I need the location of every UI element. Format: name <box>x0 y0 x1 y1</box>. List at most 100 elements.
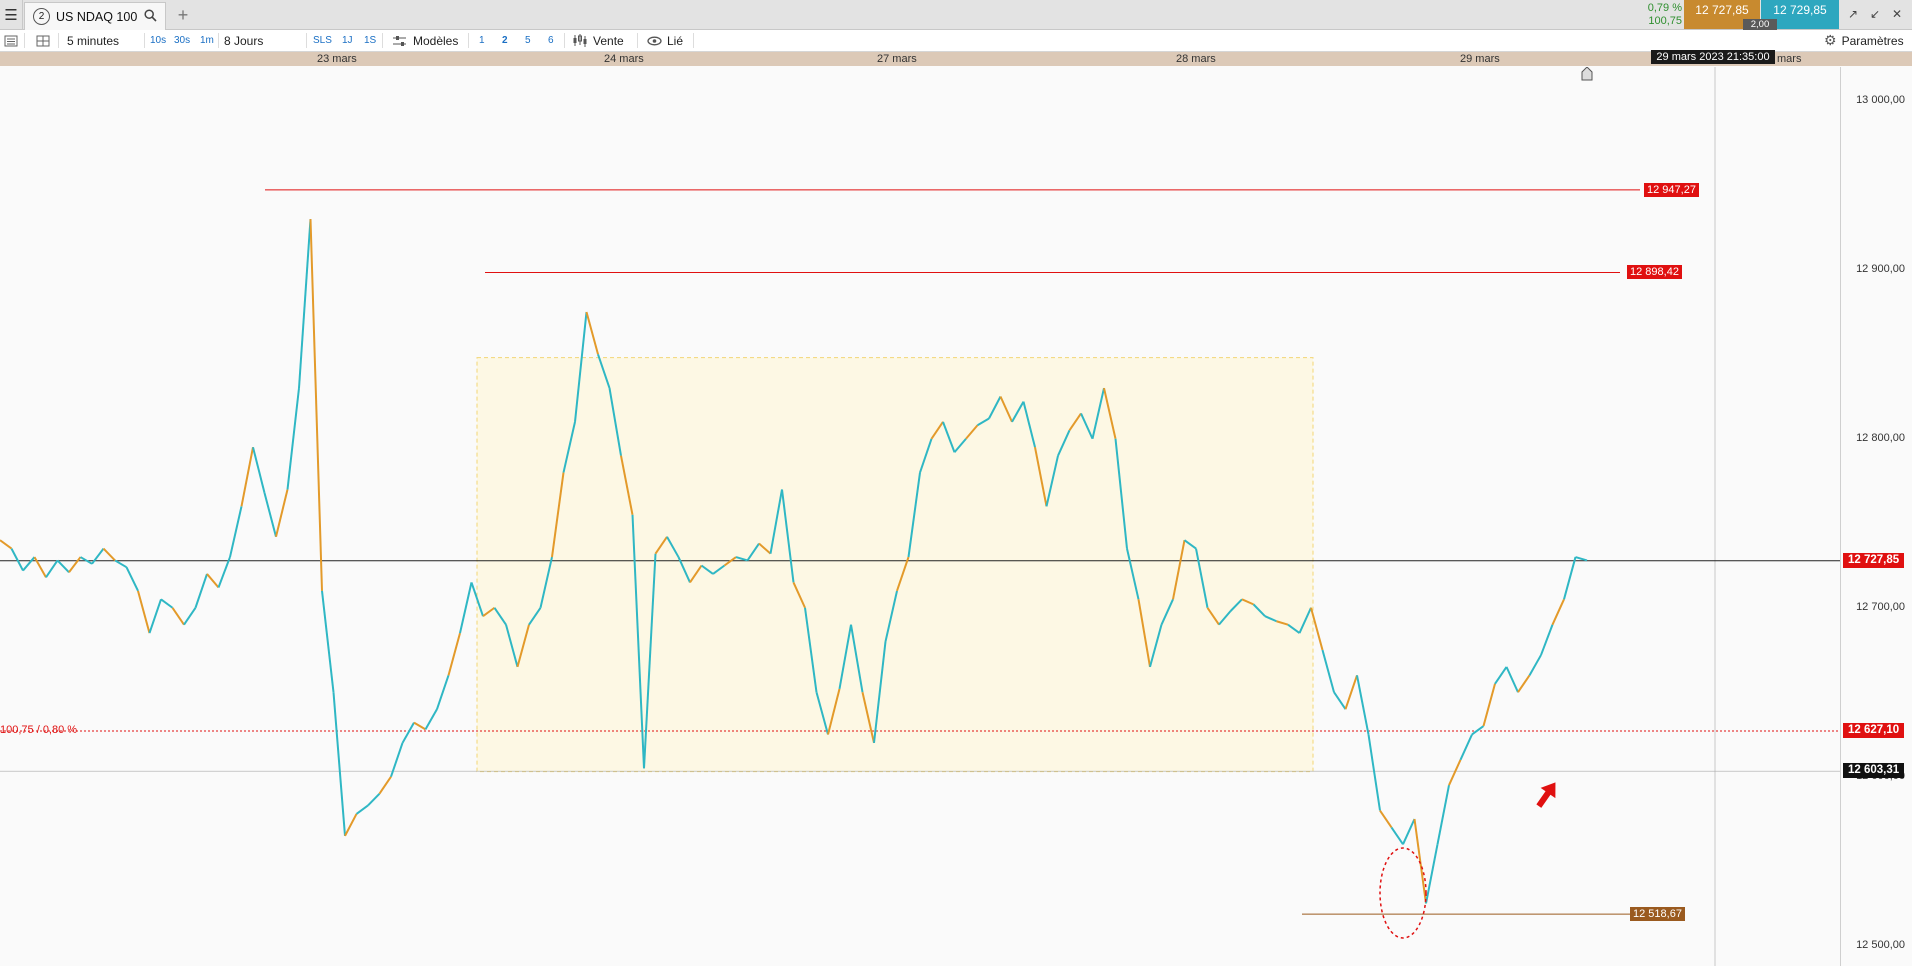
series-segment <box>56 559 70 573</box>
layout-2[interactable]: 2 <box>502 30 508 51</box>
level-price-tag: 12 627,10 <box>1843 722 1905 738</box>
date-label: 29 mars <box>1460 53 1500 65</box>
crosshair-time-label: 29 mars 2023 21:35:00 <box>1651 50 1775 64</box>
series-segment <box>160 598 174 609</box>
layout-1[interactable]: 1 <box>479 30 485 51</box>
series-segment <box>229 506 243 558</box>
series-segment <box>1575 556 1588 562</box>
price-tick-label: 12 900,00 <box>1856 262 1905 275</box>
close-icon[interactable]: ✕ <box>1888 5 1906 23</box>
price-axis: 13 000,00 12 900,00 12 800,00 12 700,00 12 6… <box>1840 67 1912 966</box>
series-segment <box>206 573 220 589</box>
timeframe-select[interactable]: 5 minutes <box>67 30 119 51</box>
series-segment <box>1367 734 1381 811</box>
sliders-icon <box>393 35 406 46</box>
spread-badge: 2,00 <box>1743 19 1777 30</box>
series-segment <box>1494 666 1508 685</box>
series-segment <box>125 566 139 592</box>
change-annotation: 100,75 / 0,80 % <box>0 724 78 736</box>
change-value: 100,75 <box>1648 14 1682 27</box>
tab-title: US NDAQ 100 <box>56 9 138 24</box>
series-segment <box>1551 598 1565 626</box>
series-segment <box>183 607 197 626</box>
tf-1m[interactable]: 1m <box>200 30 214 51</box>
date-label: 27 mars <box>877 53 917 65</box>
price-tick-label: 12 800,00 <box>1856 431 1905 444</box>
low-highlight-ellipse <box>1379 847 1427 939</box>
tf-30s[interactable]: 30s <box>174 30 190 51</box>
models-button[interactable]: Modèles <box>392 30 458 51</box>
list-icon[interactable] <box>4 30 18 51</box>
series-segment <box>401 722 415 744</box>
series-segment <box>344 813 358 837</box>
series-segment <box>1344 675 1358 710</box>
series-segment <box>1333 691 1347 710</box>
detach-icon[interactable]: ↗ <box>1844 5 1862 23</box>
level-label: 12 518,67 <box>1630 907 1685 922</box>
layout-6[interactable]: 6 <box>548 30 554 51</box>
settings-button[interactable]: ⚙ Paramètres <box>1824 30 1904 51</box>
home-marker-icon <box>1581 67 1593 81</box>
series-segment <box>252 446 266 494</box>
series-segment <box>137 590 151 634</box>
series-segment <box>1390 826 1404 845</box>
series-segment <box>0 539 13 550</box>
series-segment <box>240 447 254 507</box>
series-segment <box>436 675 450 710</box>
period-select[interactable]: 8 Jours <box>224 30 263 51</box>
series-segment <box>1482 683 1496 727</box>
add-tab-button[interactable]: + <box>172 3 194 27</box>
series-segment <box>367 792 381 807</box>
series-segment <box>114 559 128 569</box>
series-segment <box>171 607 185 626</box>
layout-5[interactable]: 5 <box>525 30 531 51</box>
series-segment <box>194 573 208 609</box>
tab-bar: ☰ 2 US NDAQ 100 + 0,79 % 100,75 12 727,8… <box>0 0 1912 30</box>
date-label: 28 mars <box>1176 53 1216 65</box>
eye-icon <box>647 36 662 45</box>
price-chart[interactable]: 100,75 / 0,80 % <box>0 67 1840 966</box>
chart-canvas[interactable] <box>0 67 1840 966</box>
date-label: 23 mars <box>317 53 357 65</box>
series-segment <box>102 547 116 562</box>
series-segment <box>45 559 59 578</box>
mode-1s[interactable]: 1S <box>364 30 376 51</box>
arrow-up-icon <box>1536 782 1556 808</box>
series-segment <box>332 692 346 836</box>
price-tick-label: 12 500,00 <box>1856 938 1905 951</box>
hamburger-icon[interactable]: ☰ <box>0 0 23 29</box>
price-tick-label: 13 000,00 <box>1856 93 1905 106</box>
series-segment <box>1356 675 1370 735</box>
series-segment <box>447 632 461 676</box>
level-label: 12 898,42 <box>1627 265 1682 280</box>
series-segment <box>321 590 335 693</box>
tf-10s[interactable]: 10s <box>150 30 166 51</box>
series-segment <box>1563 556 1577 600</box>
level-price-tag: 12 603,31 <box>1843 763 1905 779</box>
layout-grid-icon[interactable] <box>36 30 50 51</box>
change-percent: 0,79 % <box>1647 1 1682 14</box>
series-segment <box>217 556 231 588</box>
current-price-tag: 12 727,85 <box>1843 552 1905 568</box>
series-segment <box>1448 759 1462 786</box>
instrument-tab[interactable]: 2 US NDAQ 100 <box>24 2 166 30</box>
series-segment <box>1528 654 1542 676</box>
search-icon[interactable] <box>144 8 157 25</box>
series-segment <box>413 721 427 731</box>
gear-icon: ⚙ <box>1824 32 1837 48</box>
sell-label: Vente <box>593 33 624 48</box>
sell-mode-button[interactable]: Vente <box>572 30 624 51</box>
linked-button[interactable]: Lié <box>647 30 683 51</box>
collapse-icon[interactable]: ↙ <box>1866 5 1884 23</box>
chart-toolbar: 5 minutes 10s 30s 1m 8 Jours SLS 1J 1S M… <box>0 30 1912 52</box>
date-label: mars <box>1777 53 1802 65</box>
series-segment <box>1413 818 1427 904</box>
series-segment <box>22 556 36 572</box>
mode-sls[interactable]: SLS <box>313 30 332 51</box>
series-segment <box>286 387 300 490</box>
date-label: 24 mars <box>604 53 644 65</box>
series-segment <box>309 219 323 591</box>
settings-label: Paramètres <box>1841 33 1904 48</box>
mode-1j[interactable]: 1J <box>342 30 353 51</box>
series-segment <box>298 219 312 389</box>
